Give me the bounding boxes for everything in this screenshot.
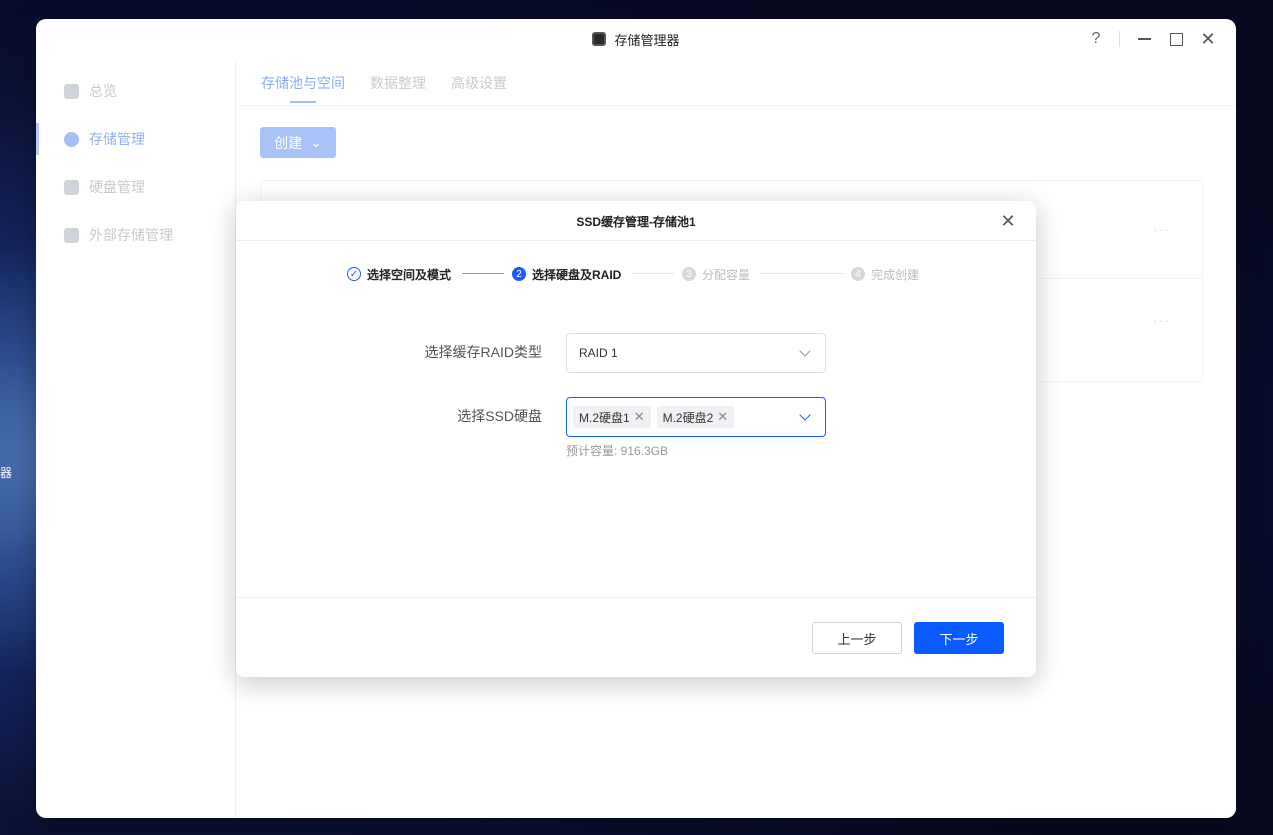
step-3: 3 分配容量 (682, 264, 750, 284)
create-button[interactable]: 创建 ⌄ (260, 127, 336, 158)
selected-ssd-tag: M.2硬盘2 ✕ (656, 406, 735, 428)
step-label: 分配容量 (702, 267, 751, 282)
tag-label: M.2硬盘2 (662, 410, 714, 425)
close-icon[interactable]: ✕ (998, 211, 1018, 231)
previous-step-button[interactable]: 上一步 (812, 622, 902, 654)
chevron-down-icon: ⌄ (310, 134, 322, 150)
raid-type-select[interactable]: RAID 1 (566, 333, 826, 373)
sidebar-active-indicator (36, 123, 39, 155)
step-label: 完成创建 (871, 267, 920, 282)
sidebar-item-storage[interactable]: 存储管理 (64, 127, 145, 151)
estimated-capacity: 预计容量: 916.3GB (566, 444, 669, 458)
remove-tag-icon[interactable]: ✕ (717, 409, 728, 425)
step-label: 选择空间及模式 (367, 267, 452, 282)
step-1: ✓ 选择空间及模式 (347, 264, 451, 284)
step-connector (462, 273, 504, 274)
active-tab-underline (290, 101, 316, 103)
chevron-down-icon (799, 345, 811, 357)
title-bar[interactable]: 存储管理器 ? ✕ (36, 19, 1236, 59)
app-icon (592, 32, 607, 46)
sidebar-item-label: 外部存储管理 (89, 227, 173, 243)
sidebar-item-external-storage[interactable]: 外部存储管理 (64, 223, 173, 247)
tab-bar: 存储池与空间 数据整理 高级设置 (237, 59, 1236, 106)
raid-type-value: RAID 1 (579, 346, 618, 360)
sidebar-item-disks[interactable]: 硬盘管理 (64, 175, 145, 199)
tab-storage-pools[interactable]: 存储池与空间 (261, 73, 345, 93)
step-connector (761, 273, 843, 274)
sidebar-item-overview[interactable]: 总览 (64, 79, 117, 103)
dialog-header: SSD缓存管理-存储池1 ✕ (236, 201, 1036, 241)
tab-data-scrub[interactable]: 数据整理 (370, 73, 426, 93)
sidebar-item-label: 存储管理 (89, 131, 145, 147)
create-button-label: 创建 (274, 134, 303, 151)
ssd-cache-dialog: SSD缓存管理-存储池1 ✕ ✓ 选择空间及模式 2 选择硬盘及RAID 3 分… (236, 201, 1036, 677)
step-connector (632, 273, 674, 274)
database-icon (64, 131, 79, 147)
chevron-down-icon (799, 409, 811, 421)
selected-ssd-tag: M.2硬盘1 ✕ (573, 406, 651, 428)
step-4: 4 完成创建 (851, 264, 919, 284)
next-step-button[interactable]: 下一步 (914, 622, 1004, 654)
wizard-steps: ✓ 选择空间及模式 2 选择硬盘及RAID 3 分配容量 4 完成创建 (236, 264, 1036, 284)
tag-label: M.2硬盘1 (579, 410, 630, 425)
help-button[interactable]: ? (1086, 19, 1106, 59)
maximize-button[interactable] (1166, 19, 1186, 59)
dialog-title: SSD缓存管理-存储池1 (576, 214, 696, 229)
dialog-footer-divider (236, 597, 1036, 598)
more-options-icon[interactable]: ··· (1153, 312, 1170, 328)
raid-type-label: 选择缓存RAID类型 (424, 344, 542, 360)
step-number: 2 (512, 267, 526, 281)
tab-advanced-settings[interactable]: 高级设置 (451, 73, 507, 93)
sidebar-item-label: 总览 (89, 83, 117, 99)
window-title: 存储管理器 (36, 19, 1236, 59)
more-options-icon[interactable]: ··· (1153, 221, 1170, 237)
close-window-button[interactable]: ✕ (1198, 19, 1218, 59)
check-icon: ✓ (347, 267, 361, 281)
titlebar-divider (1119, 31, 1120, 47)
disk-icon (64, 179, 79, 195)
usb-drive-icon (64, 227, 79, 243)
window-title-text: 存储管理器 (614, 32, 680, 48)
sidebar: 总览 存储管理 硬盘管理 外部存储管理 (36, 59, 236, 818)
sidebar-item-label: 硬盘管理 (89, 179, 145, 195)
ssd-multi-select[interactable]: M.2硬盘1 ✕ M.2硬盘2 ✕ (566, 397, 826, 437)
remove-tag-icon[interactable]: ✕ (634, 409, 645, 425)
minimize-button[interactable] (1134, 19, 1154, 59)
overview-icon (64, 83, 79, 99)
step-label: 选择硬盘及RAID (532, 267, 622, 282)
step-2: 2 选择硬盘及RAID (512, 264, 621, 284)
desktop-icon-label[interactable]: 器 (0, 464, 12, 481)
ssd-select-label: 选择SSD硬盘 (457, 408, 542, 424)
step-number: 4 (851, 267, 865, 281)
step-number: 3 (682, 267, 696, 281)
